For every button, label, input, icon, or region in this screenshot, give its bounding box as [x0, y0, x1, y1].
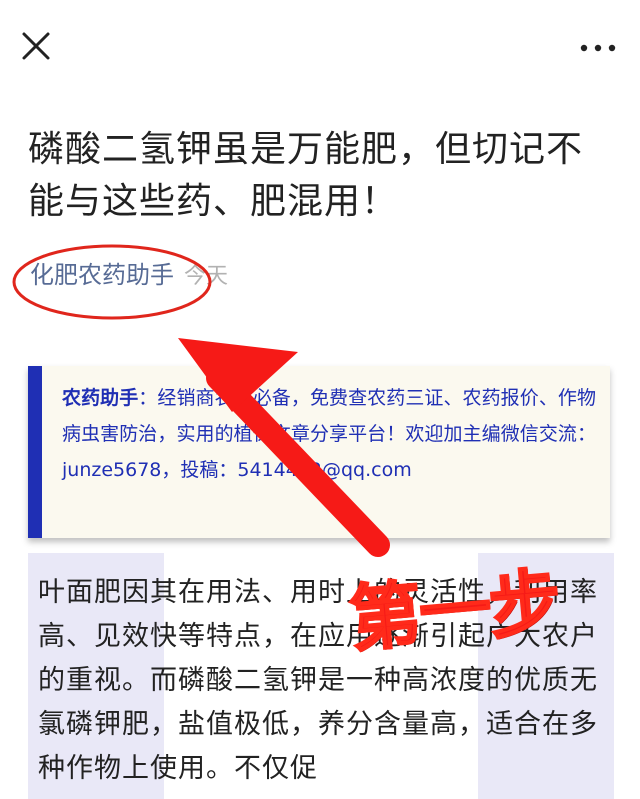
close-icon [22, 32, 50, 60]
article-title: 磷酸二氢钾虽是万能肥，但切记不能与这些药、肥混用！ [28, 129, 584, 222]
more-button[interactable] [578, 38, 618, 58]
top-bar [0, 0, 640, 96]
article-meta: 化肥农药助手 今天 [30, 258, 228, 294]
publish-date: 今天 [184, 264, 229, 289]
close-button[interactable] [18, 28, 54, 64]
promo-box: 农药助手：经销商农户必备，免费查农药三证、农药报价、作物病虫害防治，实用的植保文… [28, 366, 610, 538]
promo-text: ：经销商农户必备，免费查农药三证、农药报价、作物病虫害防治，实用的植保文章分享平… [62, 387, 596, 481]
author-link[interactable]: 化肥农药助手 [30, 261, 174, 289]
more-dots-icon [580, 44, 616, 52]
promo-label: 农药助手 [62, 387, 139, 409]
